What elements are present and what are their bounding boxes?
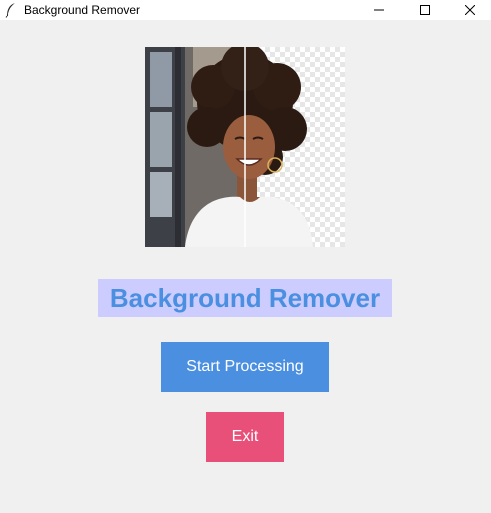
close-icon [465, 5, 475, 15]
title-bar[interactable]: Background Remover [0, 0, 491, 20]
exit-button[interactable]: Exit [206, 412, 284, 462]
close-button[interactable] [447, 0, 491, 20]
window-title: Background Remover [24, 3, 141, 17]
start-processing-button[interactable]: Start Processing [161, 342, 329, 392]
before-after-preview-image [145, 47, 345, 247]
minimize-icon [374, 5, 384, 15]
feather-icon [5, 2, 17, 18]
app-heading: Background Remover [98, 279, 392, 317]
maximize-button[interactable] [402, 0, 448, 20]
minimize-button[interactable] [356, 0, 402, 20]
maximize-icon [420, 5, 430, 15]
app-window: Background Remover Background Remover St… [0, 0, 491, 513]
